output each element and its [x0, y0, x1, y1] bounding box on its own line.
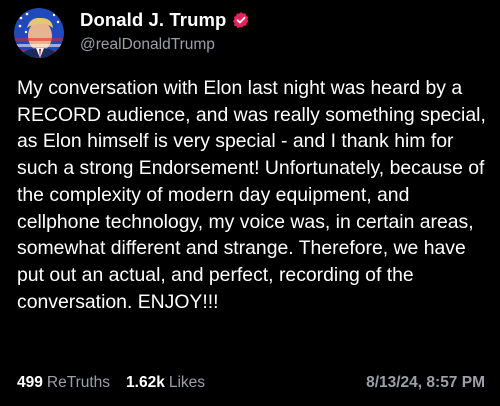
- author-handle[interactable]: @realDonaldTrump: [80, 36, 250, 54]
- retruths-count: 499: [17, 374, 43, 391]
- avatar[interactable]: [14, 8, 64, 58]
- retruths-label: ReTruths: [46, 374, 111, 391]
- author-names: Donald J. Trump @realDonaldTrump: [80, 9, 250, 54]
- post-timestamp[interactable]: 8/13/24, 8:57 PM: [366, 374, 485, 392]
- likes-count: 1.62k: [126, 374, 165, 391]
- retruths-stat[interactable]: 499 ReTruths: [17, 374, 110, 392]
- likes-stat[interactable]: 1.62k Likes: [126, 374, 205, 392]
- truth-post: Donald J. Trump @realDonaldTrump My conv…: [0, 0, 500, 406]
- likes-label: Likes: [168, 374, 206, 391]
- post-header: Donald J. Trump @realDonaldTrump: [14, 6, 250, 58]
- display-name[interactable]: Donald J. Trump: [80, 9, 226, 31]
- verified-badge-icon: [232, 11, 250, 29]
- display-name-row: Donald J. Trump: [80, 9, 250, 31]
- post-text: My conversation with Elon last night was…: [17, 77, 492, 313]
- post-footer: 499 ReTruths 1.62k Likes 8/13/24, 8:57 P…: [17, 374, 485, 392]
- avatar-image: [14, 8, 64, 58]
